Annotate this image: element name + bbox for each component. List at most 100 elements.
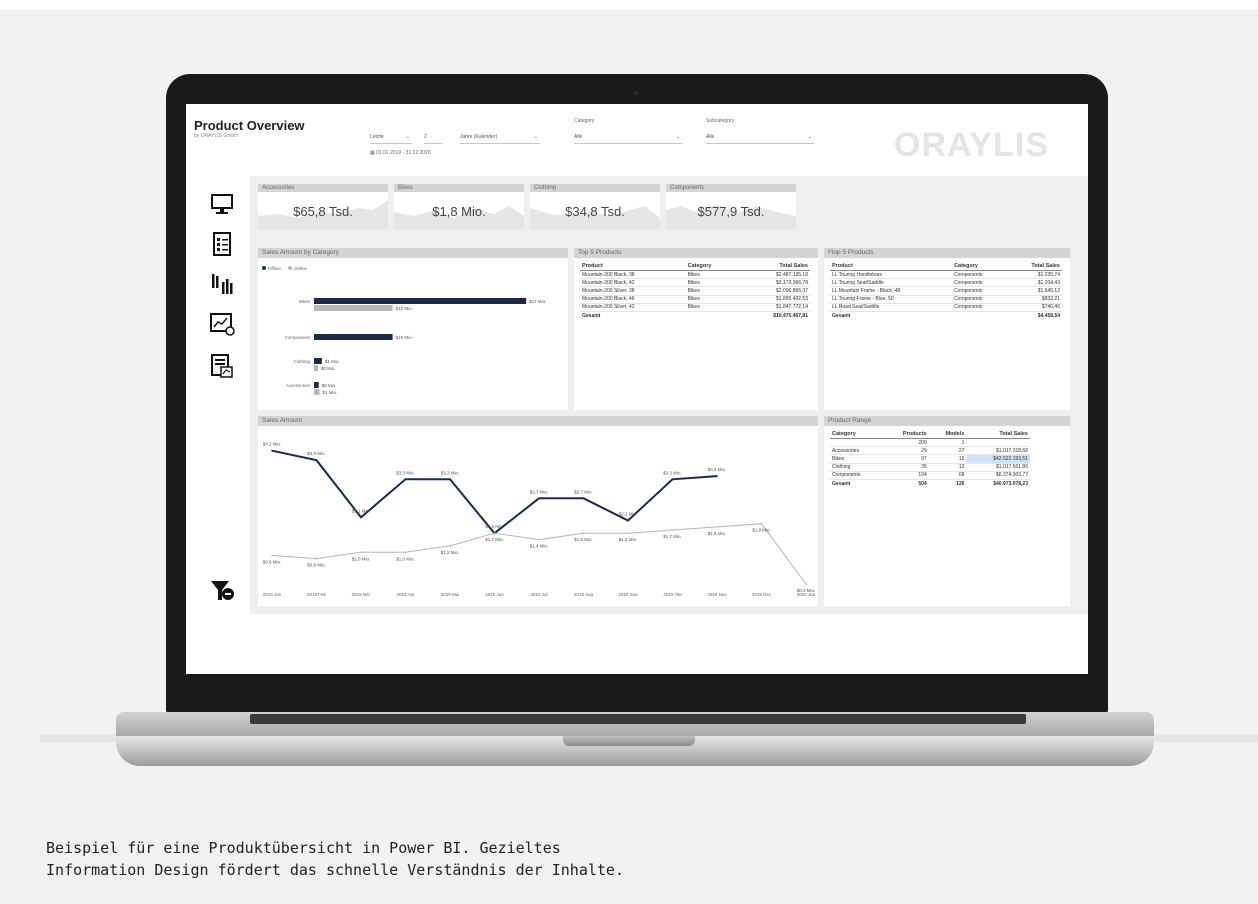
monitor-icon[interactable] (208, 190, 236, 218)
column-header[interactable]: Products (883, 430, 929, 439)
table-row[interactable]: Mountain-200 Black, 42 Bikes $2.172.366,78 (580, 278, 810, 288)
table-row[interactable]: Mountain-200 Silver, 42 Bikes $1.847.772,1… (580, 303, 810, 312)
line-report-icon[interactable] (208, 310, 236, 338)
table-row[interactable]: Mountain-200 Black, 46 Bikes $1.895.402,53 (580, 295, 810, 304)
series-point[interactable] (805, 583, 807, 585)
table-row[interactable]: 209 1 (830, 438, 1030, 448)
series-point[interactable] (538, 538, 540, 541)
table-cell: $2.096.866,37 (737, 286, 810, 296)
series-point[interactable] (404, 551, 407, 554)
series-point[interactable] (360, 516, 362, 519)
series-point[interactable] (449, 478, 451, 481)
legend-label[interactable]: Offline (268, 266, 281, 271)
category-bar[interactable] (314, 365, 318, 371)
date-range-display[interactable]: ▦ 01.01.2019 - 31.12.2020 (370, 150, 431, 156)
top5-products-table[interactable]: Product Category Total Sales Mountain-200 B… (580, 262, 810, 319)
sales-by-category-chart[interactable]: Offline Online Bikes $27 Mio. $10 Mio. Compon… (258, 258, 568, 410)
series-point[interactable] (315, 459, 318, 462)
table-cell: Mountain-200 Silver, 38 (580, 286, 686, 296)
category-bar[interactable] (314, 334, 393, 340)
table-row[interactable]: Accessories 29 27 $1.017.318,68 (830, 446, 1030, 456)
table-row[interactable]: LL Touring Frame - Blue, 50 Components $83… (830, 295, 1062, 304)
series-point[interactable] (760, 522, 763, 525)
table-row[interactable]: LL Mountain Frame - Black, 48 Components $… (830, 286, 1062, 296)
series-point[interactable] (716, 475, 718, 477)
caption-line-1: Beispiel für eine Produktübersicht in Po… (46, 839, 561, 857)
column-header[interactable]: Category (830, 430, 884, 439)
table-row[interactable]: LL Touring Seat/Saddle Components $1.204,4… (830, 278, 1062, 288)
table-cell: Bikes (685, 278, 738, 288)
kpi-card-components[interactable]: Components $577,9 Tsd. (666, 184, 796, 236)
category-bar[interactable] (314, 298, 527, 304)
table-cell: $40.973.078,23 (993, 480, 1028, 487)
column-header[interactable]: Product (830, 262, 953, 271)
series-point[interactable] (404, 478, 407, 481)
category-bar[interactable] (314, 382, 319, 388)
date-count-value: 2 (424, 134, 427, 140)
series-point[interactable] (582, 497, 585, 500)
table-cell: Accessories (830, 446, 884, 456)
category-bar[interactable] (314, 389, 320, 395)
bar-data-label: $1 Mio. (323, 390, 338, 395)
series-line[interactable] (271, 449, 718, 535)
date-unit-select[interactable]: Jahre (Kalender) ⌄ (460, 132, 540, 144)
series-point[interactable] (493, 532, 496, 535)
category-bar[interactable] (314, 358, 322, 364)
column-header[interactable]: Total Sales (966, 430, 1030, 439)
sales-amount-chart[interactable]: 2019 Jan 2019 Feb 2019 Mrz 2019 Apr 2019 Mai… (258, 426, 818, 606)
kpi-card-clothing[interactable]: Clothing $34,8 Tsd. (530, 184, 660, 236)
date-count-input[interactable]: 2 (424, 132, 442, 144)
column-header[interactable]: Category (685, 262, 738, 271)
table-row[interactable]: LL Road Seat/Saddle Components $746,46 (830, 303, 1062, 312)
category-bar[interactable] (314, 305, 393, 311)
brand-logo: ORAYLIS (894, 126, 1050, 164)
series-point[interactable] (582, 532, 585, 535)
series-point[interactable] (271, 449, 273, 452)
table-cell: $2.172.366,78 (737, 278, 810, 288)
column-header[interactable]: Models (928, 430, 967, 439)
checklist-icon[interactable] (208, 230, 236, 258)
kpi-card-bikes[interactable]: Bikes $1,8 Mio. (394, 184, 524, 236)
category-filter-select[interactable]: Alle ⌄ (574, 132, 682, 144)
series-point[interactable] (538, 497, 540, 500)
series-point[interactable] (360, 551, 362, 554)
series-point[interactable] (271, 554, 273, 557)
x-tick-label: 2019 Jun (485, 592, 504, 597)
series-point[interactable] (449, 545, 451, 547)
series-point[interactable] (627, 519, 629, 522)
product-range-table[interactable]: Category Products Models Total Sales 209 1 Acc… (830, 430, 1030, 487)
category-tick-label: Bikes (299, 299, 311, 304)
table-cell: 97 (883, 454, 929, 464)
series-point[interactable] (716, 526, 718, 528)
bar-chart-icon[interactable] (208, 270, 236, 298)
bar-data-label: $27 Mio. (529, 299, 546, 304)
kpi-card-accessories[interactable]: Accessories $65,8 Tsd. (258, 184, 388, 236)
date-mode-select[interactable]: Letzte ⌄ (370, 132, 412, 144)
table-cell: 1 (928, 438, 967, 448)
flop5-products-table[interactable]: Product Category Total Sales LL Touring Han… (830, 262, 1062, 319)
column-header[interactable]: Category (952, 262, 1007, 271)
column-header[interactable]: Total Sales (737, 262, 810, 271)
table-row[interactable]: Components 134 68 $6.374.303,77 (830, 471, 1030, 480)
table-header-row: Product Category Total Sales (580, 262, 810, 271)
series-point[interactable] (671, 529, 674, 531)
series-point[interactable] (627, 532, 629, 535)
table-cell: $1.017.318,68 (966, 446, 1030, 456)
filter-clear-icon[interactable] (208, 576, 236, 604)
legend-label[interactable]: Online (294, 266, 308, 271)
series-point[interactable] (315, 557, 318, 560)
column-header[interactable]: Product (580, 262, 686, 271)
table-cell: LL Touring Seat/Saddle (830, 278, 953, 288)
subcategory-filter-select[interactable]: Alle ⌄ (706, 132, 814, 144)
table-row[interactable]: Clothing 35 12 $1.017.561,86 (830, 463, 1030, 472)
table-row[interactable]: LL Touring Handlebars Components $1.235,74 (830, 270, 1062, 280)
table-row[interactable]: Mountain-200 Silver, 38 Bikes $2.096.866,3… (580, 286, 810, 296)
table-row[interactable]: Mountain-200 Black, 38 Bikes $2.487.195,18 (580, 270, 810, 280)
table-cell: Components (952, 295, 1007, 304)
table-row[interactable]: Bikes 97 15 $42.522.193,51 (830, 454, 1030, 464)
document-report-icon[interactable] (208, 352, 236, 380)
chevron-down-icon: ⌄ (533, 134, 538, 140)
x-tick-label: 2019 Aug (574, 592, 594, 597)
series-point[interactable] (671, 478, 674, 481)
column-header[interactable]: Total Sales (1006, 262, 1062, 271)
